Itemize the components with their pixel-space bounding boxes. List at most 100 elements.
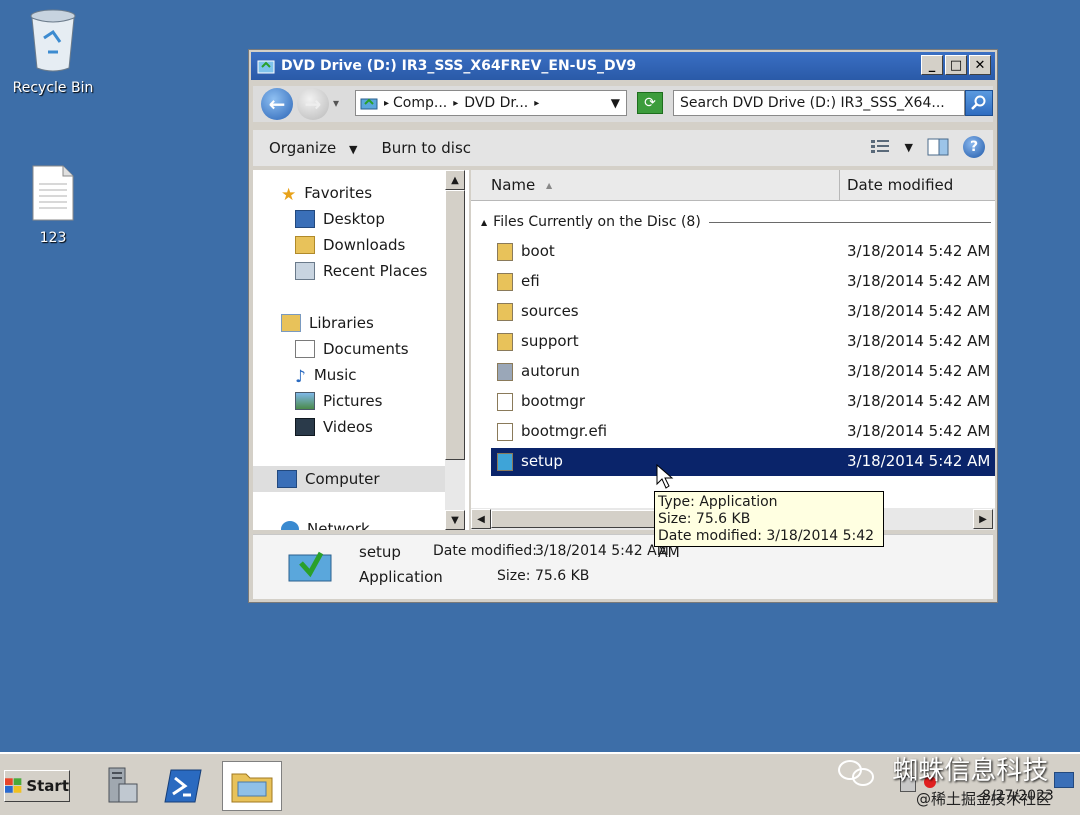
scroll-thumb[interactable]: [445, 190, 465, 460]
search-button[interactable]: [965, 90, 993, 116]
file-name: sources: [521, 302, 579, 320]
file-date: 3/18/2014 5:42 AM: [847, 332, 991, 350]
organize-label: Organize: [269, 139, 337, 157]
group-divider: [708, 221, 991, 223]
column-date-modified[interactable]: Date modified: [847, 176, 953, 194]
arrow-left-icon: ←: [268, 92, 286, 116]
server-manager-icon: [108, 767, 138, 803]
breadcrumb-computer[interactable]: Comp...: [393, 95, 447, 111]
desktop-icon-recycle-bin[interactable]: Recycle Bin: [8, 8, 98, 96]
recent-pages-dropdown[interactable]: ▾: [333, 96, 339, 110]
maximize-button[interactable]: □: [945, 55, 967, 75]
start-button[interactable]: Start: [4, 770, 70, 802]
nav-label: Recent Places: [323, 262, 428, 280]
forward-button[interactable]: →: [297, 88, 329, 120]
collapse-group-icon[interactable]: ▲: [481, 218, 487, 227]
details-size-label: Size:: [497, 568, 531, 584]
file-row[interactable]: bootmgr 3/18/2014 5:42 AM: [491, 388, 995, 416]
taskbar-powershell[interactable]: [158, 764, 208, 808]
file-icon: [497, 393, 513, 411]
scroll-down-button[interactable]: ▼: [445, 510, 465, 530]
nav-computer[interactable]: Computer: [253, 466, 445, 492]
nav-recent-places[interactable]: Recent Places: [295, 262, 427, 280]
command-bar: Organize ▼ Burn to disc ▼ ?: [253, 130, 993, 166]
drive-icon: [360, 98, 378, 110]
preview-pane-icon[interactable]: [927, 138, 949, 156]
desktop-icon-label: Recycle Bin: [12, 80, 94, 96]
nav-label: Libraries: [309, 314, 374, 332]
breadcrumb-dvd-drive[interactable]: DVD Dr...: [464, 95, 528, 111]
nav-libraries[interactable]: Libraries: [281, 314, 374, 332]
close-button[interactable]: ✕: [969, 55, 991, 75]
text-file-icon: [32, 165, 74, 221]
nav-downloads[interactable]: Downloads: [295, 236, 405, 254]
file-row[interactable]: setup 3/18/2014 5:42 AM: [491, 448, 995, 476]
organize-button[interactable]: Organize ▼: [269, 139, 357, 157]
nav-label: Pictures: [323, 392, 383, 410]
refresh-icon: ⟳: [644, 95, 656, 111]
nav-label: Favorites: [304, 184, 373, 202]
nav-label: Computer: [305, 470, 380, 488]
explorer-folder-icon: [231, 773, 273, 803]
group-header[interactable]: ▲ Files Currently on the Disc (8): [481, 212, 991, 232]
file-date: 3/18/2014 5:42 AM: [847, 302, 991, 320]
title-bar[interactable]: DVD Drive (D:) IR3_SSS_X64FREV_EN-US_DV9…: [251, 52, 995, 80]
music-icon: ♪: [295, 367, 306, 387]
taskbar-explorer[interactable]: [222, 761, 282, 811]
search-icon: [971, 95, 986, 110]
nav-favorites[interactable]: ★ Favorites: [281, 184, 373, 205]
file-row[interactable]: efi 3/18/2014 5:42 AM: [491, 268, 995, 296]
pictures-icon: [295, 392, 315, 410]
views-icon[interactable]: [870, 139, 891, 155]
file-name: autorun: [521, 362, 580, 380]
column-headers: Name ▲ Date modified: [471, 170, 995, 201]
column-divider[interactable]: [839, 170, 840, 200]
libraries-icon: [281, 314, 301, 332]
views-dropdown[interactable]: ▼: [905, 141, 913, 154]
search-input[interactable]: Search DVD Drive (D:) IR3_SSS_X64...: [673, 90, 965, 116]
nav-network[interactable]: Network: [281, 520, 370, 530]
nav-pictures[interactable]: Pictures: [295, 392, 382, 410]
details-date-value: 3/18/2014 5:42 AM: [535, 543, 669, 559]
refresh-button[interactable]: ⟳: [637, 92, 663, 114]
arrow-right-icon: →: [304, 92, 322, 116]
file-list: Name ▲ Date modified ▲ Files Currently o…: [471, 170, 995, 530]
scroll-up-button[interactable]: ▲: [445, 170, 465, 190]
nav-desktop[interactable]: Desktop: [295, 210, 385, 228]
show-desktop-icon[interactable]: [1054, 772, 1074, 788]
burn-to-disc-button[interactable]: Burn to disc: [381, 139, 471, 157]
downloads-folder-icon: [295, 236, 315, 254]
file-icon: [497, 423, 513, 441]
desktop-icon: [295, 210, 315, 228]
address-row: ← → ▾ ▸ Comp... ▸ DVD Dr... ▸ ▼ ⟳ Search…: [253, 86, 993, 122]
documents-icon: [295, 340, 315, 358]
nav-scrollbar[interactable]: ▲ ▼: [445, 170, 465, 530]
file-row[interactable]: support 3/18/2014 5:42 AM: [491, 328, 995, 356]
tooltip-size: Size: 75.6 KB: [658, 511, 751, 527]
address-bar[interactable]: ▸ Comp... ▸ DVD Dr... ▸ ▼: [355, 90, 627, 116]
nav-documents[interactable]: Documents: [295, 340, 409, 358]
file-row[interactable]: sources 3/18/2014 5:42 AM: [491, 298, 995, 326]
help-button[interactable]: ?: [963, 136, 985, 158]
minimize-button[interactable]: _: [921, 55, 943, 75]
folder-icon: [497, 243, 513, 261]
nav-label: Videos: [323, 418, 373, 436]
scroll-right-button[interactable]: ▶: [973, 509, 993, 529]
group-label: Files Currently on the Disc (8): [493, 214, 701, 230]
file-row[interactable]: autorun 3/18/2014 5:42 AM: [491, 358, 995, 386]
scroll-left-button[interactable]: ◀: [471, 509, 491, 529]
nav-music[interactable]: ♪ Music: [295, 366, 357, 387]
column-name[interactable]: Name ▲: [491, 176, 552, 194]
nav-label: Downloads: [323, 236, 406, 254]
file-row[interactable]: bootmgr.efi 3/18/2014 5:42 AM: [491, 418, 995, 446]
column-label: Name: [491, 176, 536, 194]
file-row[interactable]: boot 3/18/2014 5:42 AM: [491, 238, 995, 266]
address-history-dropdown[interactable]: ▼: [611, 96, 620, 110]
nav-videos[interactable]: Videos: [295, 418, 373, 436]
nav-label: Network: [307, 520, 370, 530]
taskbar-server-manager[interactable]: [96, 764, 146, 808]
back-button[interactable]: ←: [261, 88, 293, 120]
desktop-icon-123[interactable]: 123: [8, 164, 98, 246]
recycle-bin-icon: [30, 9, 76, 72]
file-name: bootmgr.efi: [521, 422, 608, 440]
